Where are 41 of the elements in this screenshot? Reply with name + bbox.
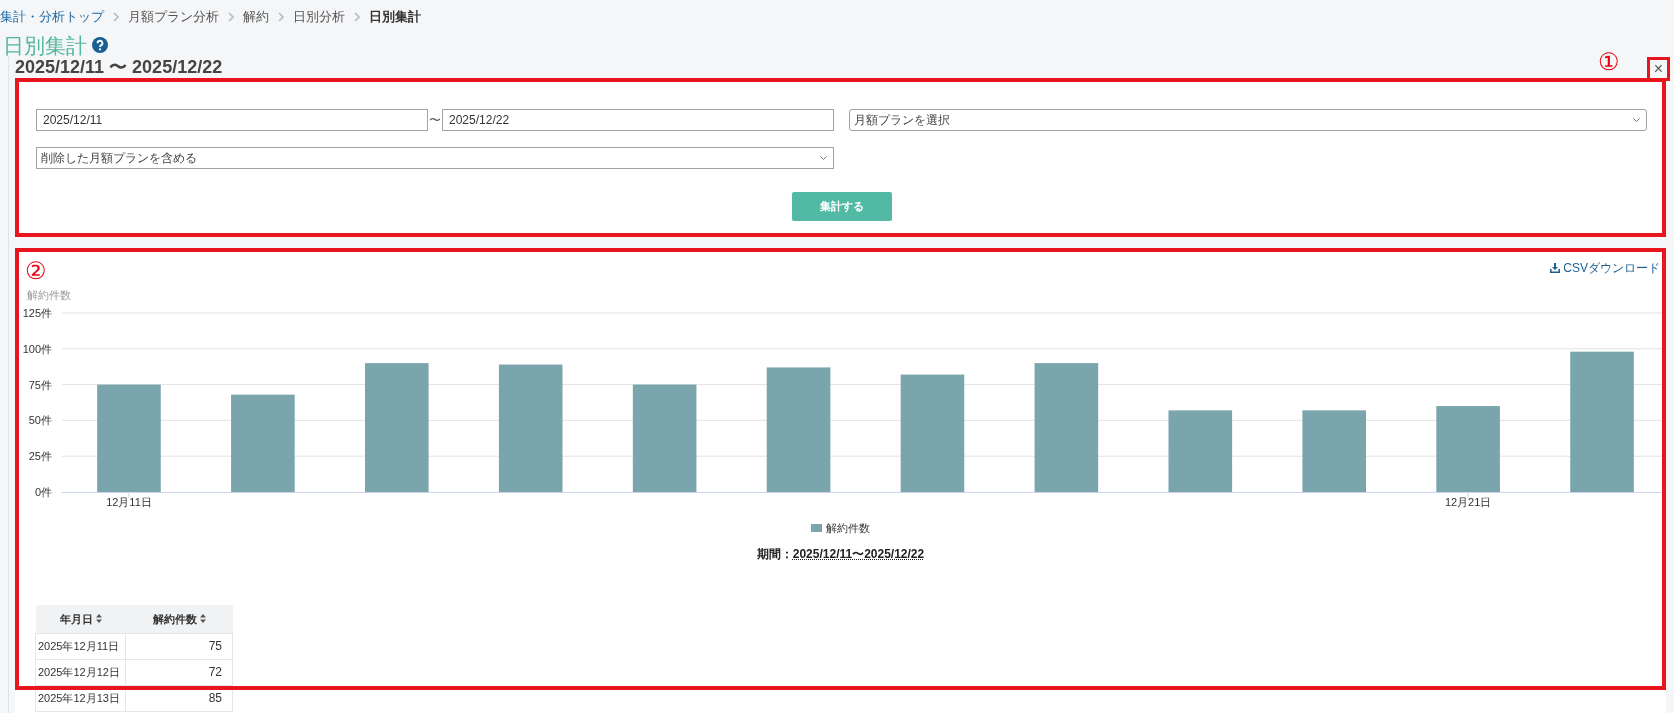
y-axis-label: 50件 xyxy=(28,414,52,427)
y-axis-label: 125件 xyxy=(22,307,52,319)
annotation-number: ② xyxy=(25,259,47,283)
end-date-field[interactable]: 2025/12/22 xyxy=(442,109,834,131)
breadcrumb-link[interactable]: 月額プラン分析 xyxy=(128,7,219,27)
y-axis-label: 75件 xyxy=(28,378,52,391)
x-axis-label: 12月21日 xyxy=(1444,496,1492,508)
column-header[interactable]: 年月日 xyxy=(35,605,126,633)
column-header[interactable]: 解約件数 xyxy=(125,605,233,633)
y-axis-label: 25件 xyxy=(28,450,52,463)
chevron-right-icon xyxy=(278,12,284,22)
chevron-right-icon xyxy=(354,12,360,22)
table-cell: 75 xyxy=(125,633,233,659)
x-axis-label: 12月11日 xyxy=(106,496,152,508)
table-cell: 72 xyxy=(125,659,233,685)
deleted-plan-select[interactable]: 削除した月額プランを含める xyxy=(36,147,834,169)
table-cell: 2025年12月12日 xyxy=(35,659,126,685)
chevron-down-icon xyxy=(1633,118,1640,122)
y-axis-label: 100件 xyxy=(22,342,52,355)
range-separator: 〜 xyxy=(428,112,442,129)
start-date-field[interactable]: 2025/12/11 xyxy=(36,109,428,131)
download-icon xyxy=(1550,263,1561,273)
legend-label[interactable]: 解約件数 xyxy=(826,522,870,534)
chevron-down-icon xyxy=(820,156,827,160)
period-label: 期間： xyxy=(756,546,793,563)
date-range: 2025/12/11 〜 2025/12/22 xyxy=(15,56,223,79)
period-value: 2025/12/11〜2025/12/22 xyxy=(792,546,925,563)
help-icon xyxy=(92,37,108,53)
y-axis-title: 解約件数 xyxy=(27,289,71,301)
chevron-right-icon xyxy=(228,12,234,22)
plan-select[interactable]: 月額プランを選択 xyxy=(849,109,1647,131)
annotation-number: ① xyxy=(1598,50,1620,74)
breadcrumb-current: 日別集計 xyxy=(369,8,421,27)
breadcrumb-link[interactable]: 解約 xyxy=(243,7,269,27)
csv-download-link[interactable]: CSVダウンロード xyxy=(1550,260,1660,276)
breadcrumb-link[interactable]: 日別分析 xyxy=(293,7,345,27)
table-cell: 2025年12月11日 xyxy=(35,633,126,659)
page-title: 日別集計 xyxy=(3,34,87,56)
chevron-right-icon xyxy=(113,12,119,22)
breadcrumb-link[interactable]: 集計・分析トップ xyxy=(0,7,104,27)
y-axis-label: 0件 xyxy=(34,486,52,498)
